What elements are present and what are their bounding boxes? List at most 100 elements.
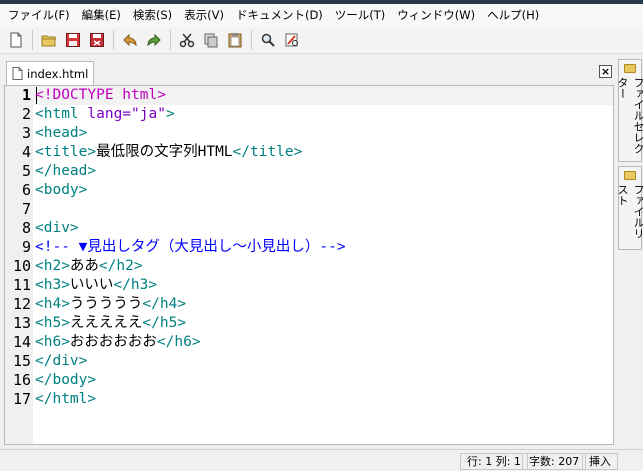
document-icon	[12, 67, 23, 80]
save-all-button[interactable]	[85, 28, 109, 52]
save-icon	[66, 32, 80, 47]
toolbar-separator	[113, 29, 114, 50]
code-line: <!DOCTYPE html>	[35, 86, 166, 105]
code-line: <h5>えええええ</h5>	[35, 314, 186, 333]
new-file-button[interactable]	[4, 28, 28, 52]
code-token: 最低限の文字列HTML	[96, 144, 233, 160]
side-tab-label: ファイルセレクター	[616, 76, 643, 154]
code-line: <h4>ううううう</h4>	[35, 295, 186, 314]
code-token: <h6>	[35, 334, 70, 350]
code-token: <head>	[35, 125, 88, 141]
menu-bar: ファイル(F) 編集(E) 検索(S) 表示(V) ドキュメント(D) ツール(…	[0, 4, 643, 26]
line-number: 6	[21, 181, 31, 199]
code-token: </h6>	[156, 334, 201, 350]
code-token: "ja"	[131, 106, 166, 122]
undo-button[interactable]	[118, 28, 142, 52]
line-number: 2	[21, 105, 31, 123]
new-file-icon	[10, 32, 22, 47]
code-token: <h5>	[35, 315, 70, 331]
save-all-icon	[90, 32, 104, 47]
redo-icon	[147, 33, 161, 46]
code-token: いいい	[69, 277, 114, 293]
code-line: <h3>いいい</h3>	[35, 276, 157, 295]
copy-button[interactable]	[199, 28, 223, 52]
code-token: <!DOCTYPE html>	[35, 87, 166, 103]
line-number: 4	[21, 143, 31, 161]
code-token: ああ	[69, 258, 99, 274]
replace-icon	[285, 33, 298, 46]
code-token: おおおおおお	[69, 334, 157, 350]
code-line: <title>最低限の文字列HTML</title>	[35, 143, 302, 162]
code-token: >	[165, 106, 175, 122]
toolbar	[0, 26, 643, 54]
toolbar-separator	[32, 29, 33, 50]
code-token: </title>	[232, 144, 303, 160]
menu-edit[interactable]: 編集(E)	[76, 5, 127, 25]
folder-icon	[624, 171, 636, 180]
code-token: </body>	[35, 372, 97, 388]
char-count: 字数: 207	[522, 453, 587, 470]
line-number: 11	[12, 276, 31, 294]
code-line: <html lang="ja">	[35, 105, 175, 124]
tab-index-html[interactable]: index.html	[6, 61, 94, 85]
line-number: 3	[21, 124, 31, 142]
menu-file[interactable]: ファイル(F)	[2, 5, 76, 25]
paste-button[interactable]	[223, 28, 247, 52]
code-token: <title>	[35, 144, 97, 160]
menu-document[interactable]: ドキュメント(D)	[230, 5, 329, 25]
code-token: <h4>	[35, 296, 70, 312]
line-number-gutter: 1 2 3 4 5 6 7 8 9 10 11 12 13 14 15 16 17	[5, 86, 33, 444]
menu-tools[interactable]: ツール(T)	[329, 5, 392, 25]
undo-icon	[123, 33, 137, 46]
menu-view[interactable]: 表示(V)	[178, 5, 230, 25]
code-token: lang=	[87, 106, 132, 122]
code-token: <html	[35, 106, 88, 122]
line-number: 14	[12, 333, 31, 351]
redo-button[interactable]	[142, 28, 166, 52]
side-tab-label: ファイルリスト	[616, 183, 643, 239]
line-number: 9	[21, 238, 31, 256]
code-token: <!-- ▼見出しタグ（大見出し～小見出し）-->	[35, 239, 346, 255]
code-token: </h3>	[113, 277, 158, 293]
search-button[interactable]	[256, 28, 280, 52]
menu-help[interactable]: ヘルプ(H)	[481, 5, 545, 25]
code-line: <h6>おおおおおお</h6>	[35, 333, 201, 352]
code-editor[interactable]: 1 2 3 4 5 6 7 8 9 10 11 12 13 14 15 16 17 <!DOCTYPE html…	[4, 85, 614, 445]
code-token: </head>	[35, 163, 97, 179]
line-number: 17	[12, 390, 31, 408]
side-tab-file-list[interactable]: ファイルリスト	[616, 166, 643, 250]
menu-search[interactable]: 検索(S)	[127, 5, 178, 25]
code-token: えええええ	[69, 315, 143, 331]
code-line: </body>	[35, 371, 96, 390]
line-number: 7	[21, 200, 31, 218]
cut-icon	[179, 33, 195, 47]
code-token: ううううう	[69, 296, 143, 312]
toolbar-separator	[170, 29, 171, 50]
save-button[interactable]	[61, 28, 85, 52]
paste-icon	[228, 32, 242, 47]
close-tab-button[interactable]: ×	[599, 65, 612, 78]
side-tab-file-selector[interactable]: ファイルセレクター	[616, 59, 643, 162]
line-number: 15	[12, 352, 31, 370]
line-number: 5	[21, 162, 31, 180]
toolbar-separator	[251, 29, 252, 50]
line-number: 8	[21, 219, 31, 237]
replace-button[interactable]	[280, 28, 304, 52]
cut-button[interactable]	[175, 28, 199, 52]
code-token: <h2>	[35, 258, 70, 274]
open-folder-icon	[41, 35, 56, 46]
open-button[interactable]	[37, 28, 61, 52]
cursor-position: 行: 1 列: 1	[460, 453, 528, 470]
side-panel: ファイルセレクター ファイルリスト	[616, 57, 643, 447]
code-line: </div>	[35, 352, 87, 371]
line-number: 10	[12, 257, 31, 275]
line-number: 13	[12, 314, 31, 332]
code-line: </html>	[35, 390, 96, 409]
line-number: 1	[21, 86, 31, 104]
code-line: <div>	[35, 219, 79, 238]
code-line: </head>	[35, 162, 96, 181]
menu-window[interactable]: ウィンドウ(W)	[391, 5, 481, 25]
code-line: <h2>ああ</h2>	[35, 257, 143, 276]
tab-label: index.html	[27, 66, 89, 81]
line-number: 12	[12, 295, 31, 313]
